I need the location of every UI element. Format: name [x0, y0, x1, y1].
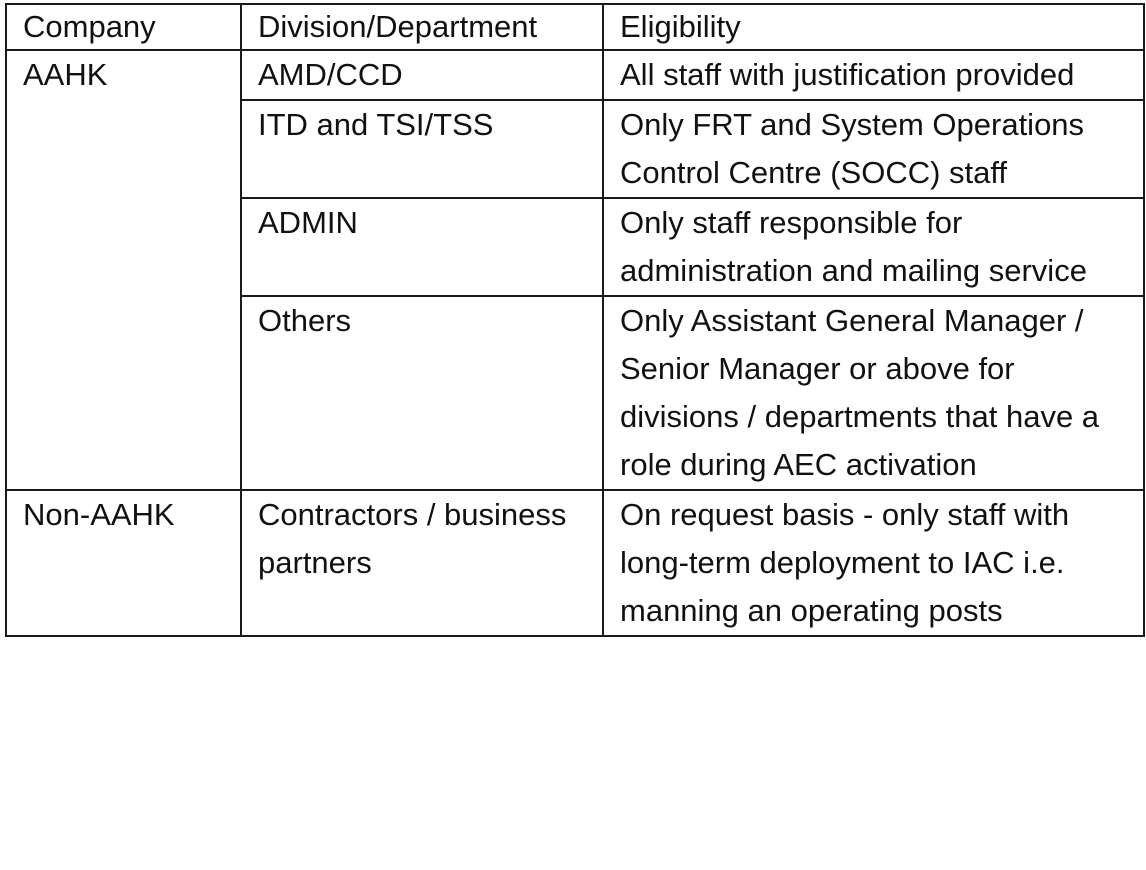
- table-row: AAHK AMD/CCD All staff with justificatio…: [5, 49, 1145, 491]
- company-cell: Non-AAHK: [5, 489, 242, 637]
- eligibility-cell: On request basis - only staff with long-…: [602, 489, 1145, 637]
- table-row: Non-AAHK Contractors / business partners…: [5, 489, 1145, 637]
- eligibility-table: Company Division/Department Eligibility …: [5, 3, 1145, 637]
- division-cell: Others: [240, 295, 604, 491]
- document-page: Company Division/Department Eligibility …: [0, 0, 1146, 870]
- eligibility-cell: Only staff responsible for administratio…: [602, 197, 1145, 297]
- eligibility-cell: Only Assistant General Manager / Senior …: [602, 295, 1145, 491]
- eligibility-cell: Only FRT and System Operations Control C…: [602, 99, 1145, 199]
- division-cell: Contractors / business partners: [240, 489, 604, 637]
- division-cell: AMD/CCD: [240, 49, 604, 101]
- eligibility-cell: All staff with justification provided: [602, 49, 1145, 101]
- company-cell: AAHK: [5, 49, 242, 491]
- division-cell: ITD and TSI/TSS: [240, 99, 604, 199]
- division-cell: ADMIN: [240, 197, 604, 297]
- header-eligibility: Eligibility: [602, 3, 1145, 51]
- header-company: Company: [5, 3, 242, 51]
- header-row: Company Division/Department Eligibility: [5, 3, 1145, 51]
- header-division: Division/Department: [240, 3, 604, 51]
